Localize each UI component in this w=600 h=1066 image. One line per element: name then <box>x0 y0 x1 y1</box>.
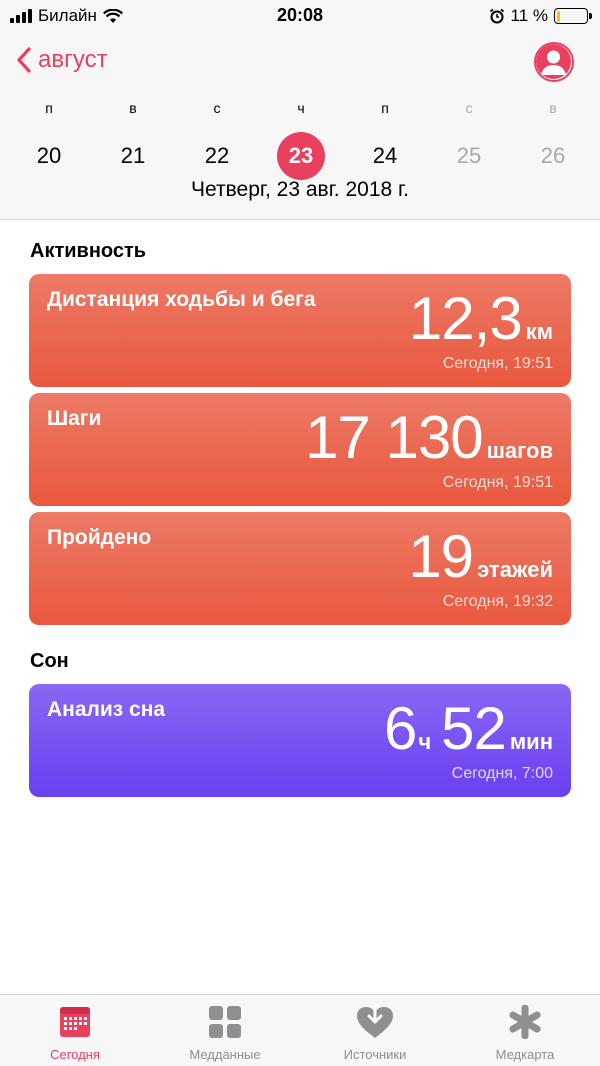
card-timestamp: Сегодня, 19:51 <box>442 474 553 491</box>
day-number: 24 <box>372 143 398 168</box>
tab-medical-id[interactable]: Медкарта <box>450 995 600 1066</box>
profile-button[interactable] <box>534 42 574 82</box>
card-number: 19 <box>408 523 474 590</box>
selected-date-label: Четверг, 23 авг. 2018 г. <box>191 178 409 201</box>
selected-day-number: 23 <box>277 132 325 180</box>
week-strip: п 20 в 21 с 22 ч 23 п 24 с 25 в 26 <box>0 96 600 180</box>
day-number: 22 <box>204 143 230 168</box>
sleep-hours: 6 <box>384 695 417 762</box>
back-button[interactable]: август <box>16 46 108 74</box>
day-of-week-label: в <box>129 100 137 116</box>
card-value: 17 130 шагов <box>305 403 553 472</box>
sleep-section-title: Сон <box>30 650 69 672</box>
tab-health-data[interactable]: Медданные <box>150 995 300 1066</box>
chevron-left-icon <box>17 47 31 73</box>
steps-card[interactable]: Шаги 17 130 шагов Сегодня, 19:51 <box>29 393 571 506</box>
tab-label: Медданные <box>189 1047 261 1062</box>
day-number: 20 <box>36 143 62 168</box>
card-label: Пройдено <box>47 526 152 549</box>
card-unit: км <box>525 319 553 344</box>
back-label: август <box>38 46 108 73</box>
tab-label: Медкарта <box>495 1047 555 1062</box>
day-26[interactable]: в 26 <box>511 96 595 180</box>
sleep-hours-unit: ч <box>418 729 432 754</box>
day-of-week-label: в <box>549 100 557 116</box>
alarm-icon <box>489 8 504 24</box>
day-23[interactable]: ч 23 <box>259 96 343 180</box>
card-number: 17 130 <box>305 404 484 471</box>
status-bar: Билайн 20:08 11 % <box>0 0 600 32</box>
day-22[interactable]: с 22 <box>175 96 259 180</box>
card-label: Шаги <box>47 407 102 430</box>
tab-sources[interactable]: Источники <box>300 995 450 1066</box>
day-of-week-label: п <box>45 100 53 116</box>
card-unit: шагов <box>486 438 553 463</box>
day-number: 21 <box>120 143 146 168</box>
status-right: 11 % <box>489 6 592 26</box>
tab-bar: Сегодня Медданные Источники Медкарта <box>0 994 600 1066</box>
tab-label: Источники <box>343 1047 407 1062</box>
date-header: август п 20 в 21 с 22 ч 23 п 24 с 25 в 26 Четверг, 23… <box>0 32 600 220</box>
card-label: Дистанция ходьбы и бега <box>47 288 316 311</box>
walking-distance-card[interactable]: Дистанция ходьбы и бега 12,3 км Сегодня,… <box>29 274 571 387</box>
activity-section-title: Активность <box>30 240 147 262</box>
day-of-week-label: с <box>465 100 473 116</box>
sleep-minutes-unit: мин <box>509 729 553 754</box>
day-21[interactable]: в 21 <box>91 96 175 180</box>
day-24[interactable]: п 24 <box>343 96 427 180</box>
card-value: 6 ч 52 мин <box>384 694 553 763</box>
grid-icon <box>209 1006 241 1038</box>
card-timestamp: Сегодня, 19:32 <box>442 593 553 610</box>
card-timestamp: Сегодня, 19:51 <box>442 355 553 372</box>
day-of-week-label: ч <box>297 100 305 116</box>
day-25[interactable]: с 25 <box>427 96 511 180</box>
card-number: 12,3 <box>408 285 523 352</box>
flights-climbed-card[interactable]: Пройдено 19 этажей Сегодня, 19:32 <box>29 512 571 625</box>
battery-percent: 11 % <box>510 6 549 25</box>
asterisk-icon <box>509 1005 541 1039</box>
card-unit: этажей <box>477 557 553 582</box>
day-number: 25 <box>456 143 482 168</box>
card-value: 19 этажей <box>408 522 553 591</box>
day-of-week-label: п <box>381 100 389 116</box>
profile-icon <box>536 44 571 79</box>
tab-today[interactable]: Сегодня <box>0 995 150 1066</box>
sleep-analysis-card[interactable]: Анализ сна 6 ч 52 мин Сегодня, 7:00 <box>29 684 571 797</box>
sleep-minutes: 52 <box>441 695 507 762</box>
card-value: 12,3 км <box>409 284 553 353</box>
calendar-icon <box>60 1007 90 1037</box>
battery-icon <box>554 8 592 24</box>
heart-download-icon <box>357 1005 393 1038</box>
battery-level <box>556 10 560 22</box>
card-label: Анализ сна <box>47 698 166 721</box>
card-timestamp: Сегодня, 7:00 <box>451 765 553 782</box>
day-of-week-label: с <box>213 100 221 116</box>
day-number: 26 <box>540 143 566 168</box>
tab-label: Сегодня <box>50 1047 100 1062</box>
day-20[interactable]: п 20 <box>7 96 91 180</box>
